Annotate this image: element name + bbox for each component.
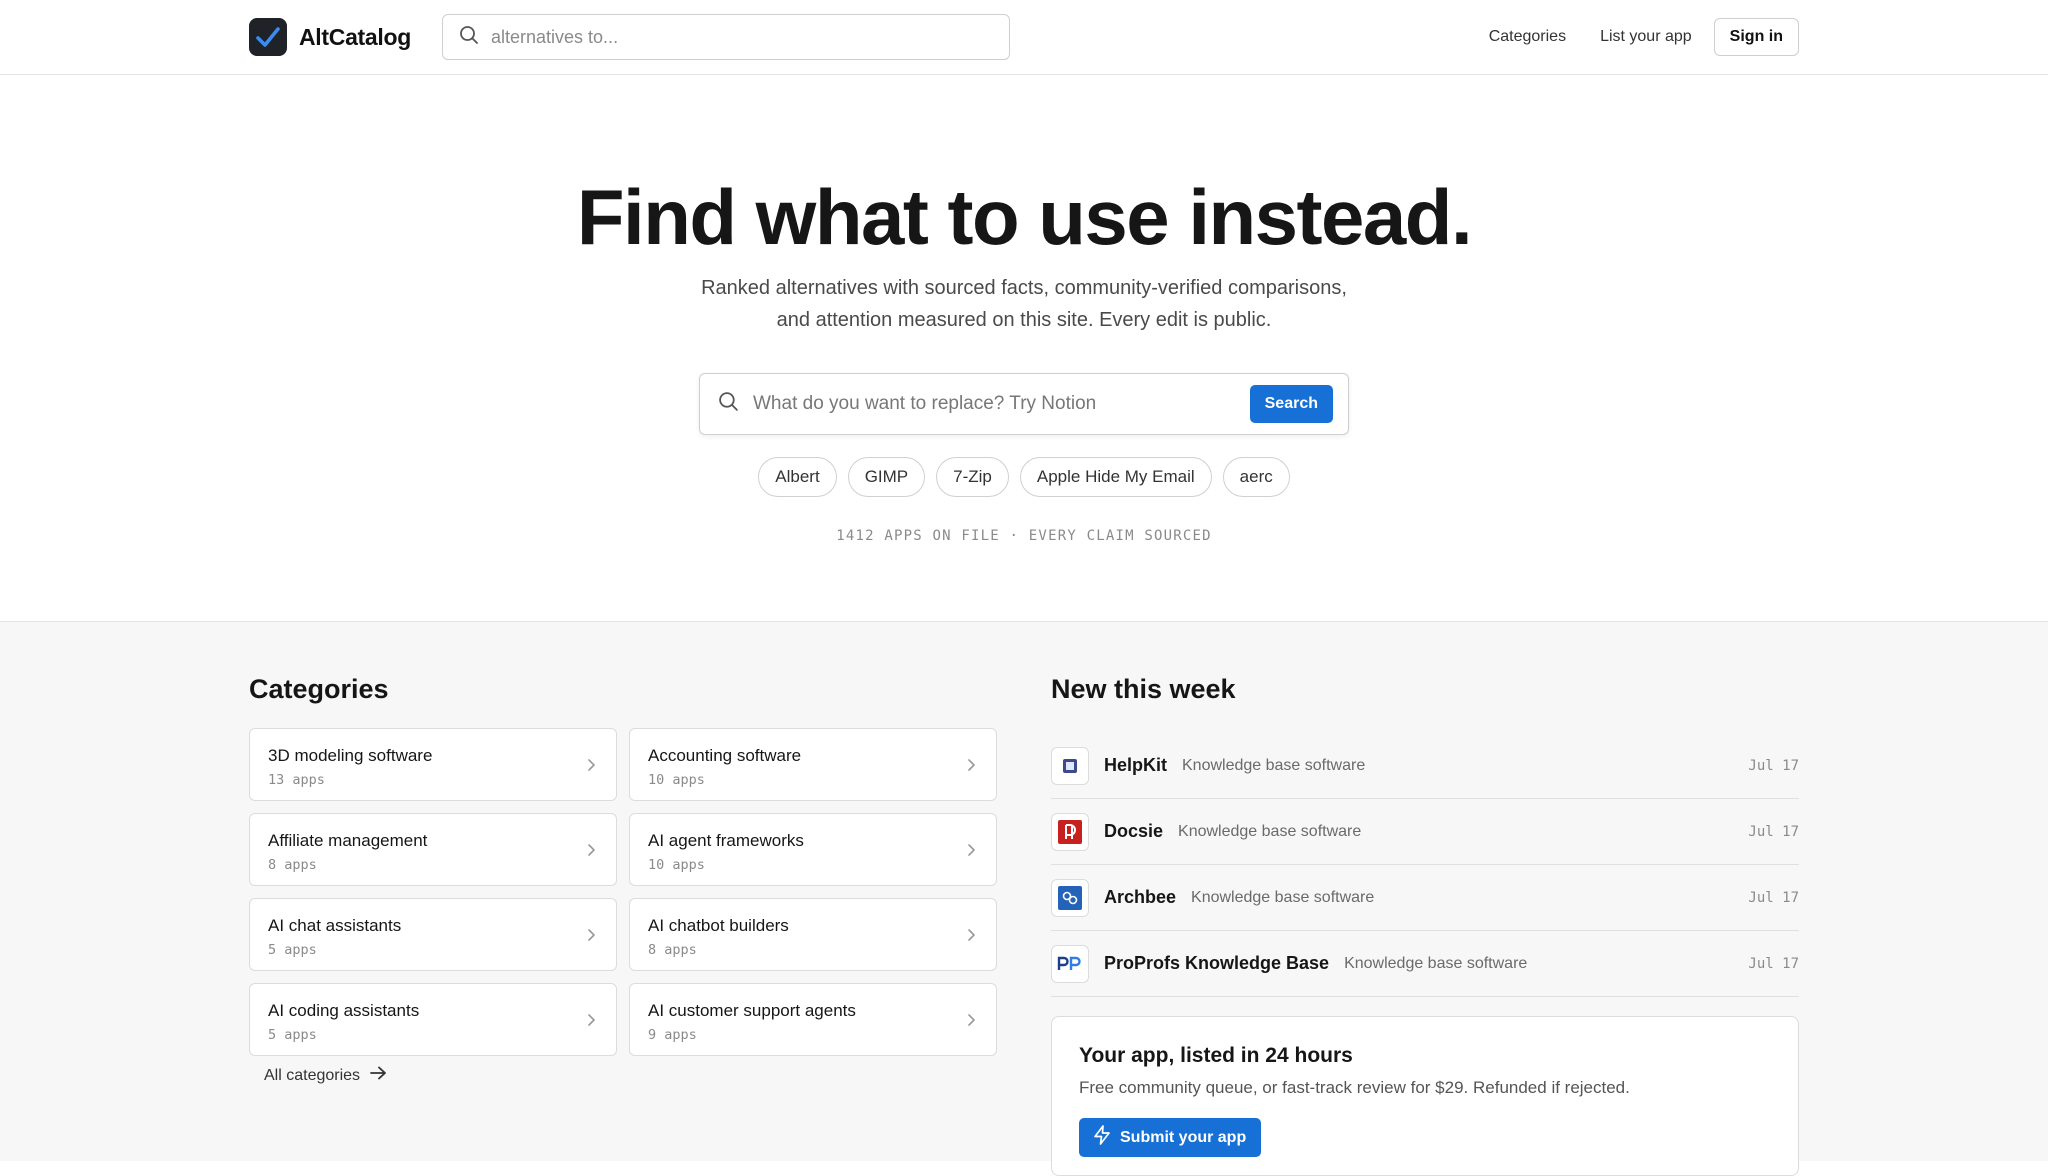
search-icon xyxy=(718,391,739,417)
header-search-input[interactable] xyxy=(491,26,971,48)
apps-stat-line: 1412 APPS ON FILE · EVERY CLAIM SOURCED xyxy=(836,528,1212,544)
nav-list-app-link[interactable]: List your app xyxy=(1600,28,1692,46)
category-card[interactable]: AI chatbot builders 8 apps xyxy=(629,898,997,971)
hero-subtitle-line-2: and attention measured on this site. Eve… xyxy=(776,309,1272,331)
app-category: Knowledge base software xyxy=(1344,954,1528,972)
category-name: Affiliate management xyxy=(268,831,428,850)
app-category: Knowledge base software xyxy=(1182,756,1366,774)
category-card[interactable]: AI customer support agents 9 apps xyxy=(629,983,997,1056)
brand[interactable]: AltCatalog xyxy=(249,17,411,57)
category-name: AI chatbot builders xyxy=(648,916,789,935)
chevron-right-icon xyxy=(587,843,596,862)
search-icon xyxy=(459,25,479,50)
list-item[interactable]: ProProfs Knowledge Base Knowledge base s… xyxy=(1051,931,1799,997)
search-button[interactable]: Search xyxy=(1249,385,1333,423)
categories-heading: Categories xyxy=(249,674,389,704)
app-date: Jul 17 xyxy=(1748,757,1799,774)
app-name: HelpKit xyxy=(1104,755,1167,775)
sign-in-button[interactable]: Sign in xyxy=(1713,18,1799,56)
docsie-icon xyxy=(1051,812,1089,851)
suggestion-chip[interactable]: Apple Hide My Email xyxy=(1019,457,1212,497)
top-navbar: AltCatalog Categories List your app Sign… xyxy=(0,0,2048,75)
list-item[interactable]: HelpKit Knowledge base software Jul 17 xyxy=(1051,733,1799,799)
new-this-week-heading: New this week xyxy=(1051,674,1236,704)
category-count: 5 apps xyxy=(268,942,317,958)
category-name: Accounting software xyxy=(648,746,802,765)
submit-app-button[interactable]: Submit your app xyxy=(1079,1118,1262,1157)
brand-name: AltCatalog xyxy=(299,23,412,50)
category-name: AI agent frameworks xyxy=(648,831,804,850)
category-name: AI customer support agents xyxy=(648,1001,856,1020)
chevron-right-icon xyxy=(587,928,596,947)
category-count: 10 apps xyxy=(648,857,705,873)
nav-categories-link[interactable]: Categories xyxy=(1489,28,1566,46)
all-categories-label: All categories xyxy=(264,1066,361,1084)
chevron-right-icon xyxy=(587,758,596,777)
category-card[interactable]: Affiliate management 8 apps xyxy=(249,813,617,886)
hero-title: Find what to use instead. xyxy=(576,173,1473,261)
category-count: 8 apps xyxy=(268,857,317,873)
category-count: 5 apps xyxy=(268,1027,317,1043)
category-card[interactable]: AI chat assistants 5 apps xyxy=(249,898,617,971)
category-card[interactable]: 3D modeling software 13 apps xyxy=(249,728,617,801)
category-card[interactable]: AI coding assistants 5 apps xyxy=(249,983,617,1056)
app-category: Knowledge base software xyxy=(1191,888,1375,906)
category-card[interactable]: AI agent frameworks 10 apps xyxy=(629,813,997,886)
app-category: Knowledge base software xyxy=(1178,822,1362,840)
chevron-right-icon xyxy=(967,843,976,862)
arrow-right-icon xyxy=(370,1066,387,1085)
app-name: Archbee xyxy=(1104,887,1177,907)
checkmark-logo-icon xyxy=(249,18,287,56)
app-date: Jul 17 xyxy=(1748,889,1799,906)
hero-subtitle-line-1: Ranked alternatives with sourced facts, … xyxy=(701,277,1347,299)
all-categories-link[interactable]: All categories xyxy=(264,1066,387,1085)
archbee-icon xyxy=(1051,878,1089,917)
proprofs-icon xyxy=(1051,944,1089,983)
list-item[interactable]: Docsie Knowledge base software Jul 17 xyxy=(1051,799,1799,865)
hero-search-bar[interactable]: Search xyxy=(699,373,1349,435)
category-count: 13 apps xyxy=(268,772,325,788)
chevron-right-icon xyxy=(967,758,976,777)
app-date: Jul 17 xyxy=(1748,823,1799,840)
suggestion-chip[interactable]: aerc xyxy=(1222,457,1290,497)
category-count: 10 apps xyxy=(648,772,705,788)
hero-section: Find what to use instead. Ranked alterna… xyxy=(0,76,2048,622)
header-search[interactable] xyxy=(442,14,1010,60)
chevron-right-icon xyxy=(587,1013,596,1032)
category-name: AI chat assistants xyxy=(268,916,402,935)
suggestion-chip[interactable]: 7-Zip xyxy=(936,457,1009,497)
new-apps-list: HelpKit Knowledge base software Jul 17 D… xyxy=(1051,733,1799,997)
header-nav: Categories List your app Sign in xyxy=(1489,18,1799,56)
category-count: 8 apps xyxy=(648,942,697,958)
suggestion-chip[interactable]: GIMP xyxy=(847,457,926,497)
hero-subtitle: Ranked alternatives with sourced facts, … xyxy=(624,272,1424,336)
lightning-icon xyxy=(1093,1125,1111,1150)
category-card[interactable]: Accounting software 10 apps xyxy=(629,728,997,801)
list-item[interactable]: Archbee Knowledge base software Jul 17 xyxy=(1051,865,1799,931)
chevron-right-icon xyxy=(967,1013,976,1032)
hero-search-input[interactable] xyxy=(753,393,1236,415)
submit-app-label: Submit your app xyxy=(1120,1128,1247,1146)
cta-title: Your app, listed in 24 hours xyxy=(1079,1044,1353,1067)
suggestion-chip[interactable]: Albert xyxy=(758,457,837,497)
chevron-right-icon xyxy=(967,928,976,947)
category-count: 9 apps xyxy=(648,1027,697,1043)
helpkit-icon xyxy=(1051,746,1089,785)
category-name: AI coding assistants xyxy=(268,1001,420,1020)
app-name: ProProfs Knowledge Base xyxy=(1104,953,1330,973)
submit-app-card: Your app, listed in 24 hours Free commun… xyxy=(1051,1016,1799,1176)
categories-grid: 3D modeling software 13 apps Accounting … xyxy=(249,728,997,1056)
app-name: Docsie xyxy=(1104,821,1164,841)
app-date: Jul 17 xyxy=(1748,955,1799,972)
cta-text: Free community queue, or fast-track revi… xyxy=(1079,1078,1630,1097)
category-name: 3D modeling software xyxy=(268,746,433,765)
suggestion-chips: Albert GIMP 7-Zip Apple Hide My Email ae… xyxy=(0,457,2048,497)
